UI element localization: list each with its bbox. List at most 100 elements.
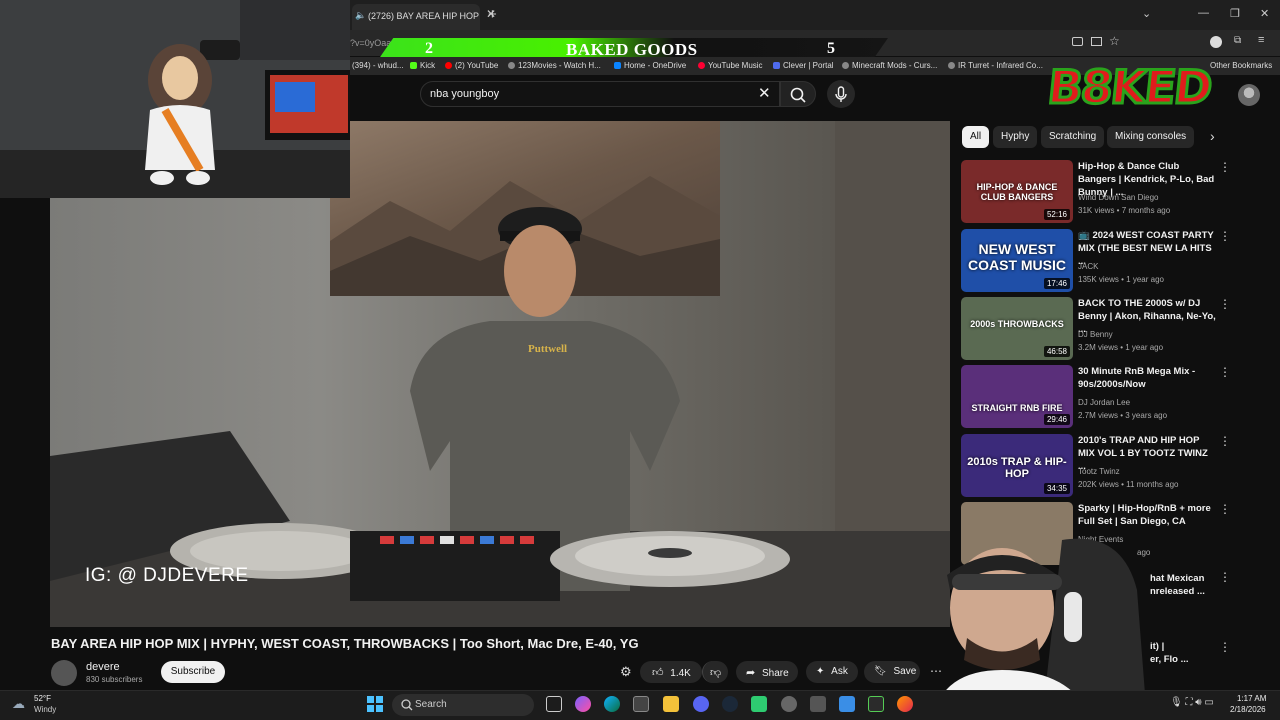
new-tab-icon[interactable]: + (488, 6, 497, 23)
copilot-icon[interactable] (575, 696, 591, 712)
star-icon[interactable]: ☆ (1109, 34, 1120, 48)
extension-icon[interactable] (1091, 37, 1102, 46)
bookmark-item[interactable]: Other Bookmarks (1210, 61, 1272, 70)
more-vert-icon[interactable]: ⋮ (1219, 229, 1231, 243)
chevron-right-icon[interactable]: › (1210, 128, 1215, 144)
recommendation-item[interactable]: NEW WEST COAST MUSIC 17:46 📺 2024 WEST C… (961, 229, 1231, 293)
channel-name[interactable]: devere (86, 661, 120, 673)
share-button[interactable]: ➦ Share (736, 661, 798, 683)
rec-channel[interactable]: Wind Down San Diego (1078, 193, 1158, 202)
video-thumbnail[interactable]: 2000s THROWBACKS 46:58 (961, 297, 1073, 360)
steam-icon[interactable] (722, 696, 738, 712)
recommendation-item[interactable]: 2010s TRAP & HIP-HOP 34:35 2010's TRAP A… (961, 434, 1231, 498)
bookmark-item[interactable]: Minecraft Mods - Curs... (842, 61, 937, 70)
microphone-icon (835, 86, 847, 102)
speaker-icon: 🔈 (355, 10, 367, 20)
video-thumbnail[interactable]: 2010s TRAP & HIP-HOP 34:35 (961, 434, 1073, 497)
rec-meta: 2.7M views • 3 years ago (1078, 411, 1168, 420)
menu-icon[interactable]: ≡ (1258, 34, 1264, 46)
save-button[interactable]: 🔖︎ Save (864, 661, 920, 683)
recommendation-item[interactable]: 2000s THROWBACKS 46:58 BACK TO THE 2000S… (961, 297, 1231, 361)
rec-channel[interactable]: DJ Benny (1078, 330, 1113, 339)
partial-rec-title[interactable]: hat Mexican nreleased ... (1150, 572, 1205, 598)
screenshot-icon[interactable] (1072, 37, 1083, 46)
task-view-icon[interactable] (546, 696, 562, 712)
windows-start-icon[interactable] (367, 696, 383, 712)
more-vert-icon[interactable]: ⋮ (1219, 297, 1231, 311)
clock-time[interactable]: 1:17 AM (1237, 694, 1266, 703)
partial-rec-title[interactable]: it) | er, Flo ... (1150, 640, 1189, 666)
taskbar-search-input[interactable] (392, 694, 534, 716)
puzzle-icon[interactable]: ⧉ (1234, 35, 1241, 46)
bookmark-item[interactable]: YouTube Music (698, 61, 763, 70)
bookmark-item[interactable]: (2) YouTube (445, 61, 498, 70)
video-thumbnail[interactable]: STRAIGHT RNB FIRE 29:46 (961, 365, 1073, 428)
rec-channel[interactable]: JACK (1078, 262, 1098, 271)
search-icon (401, 699, 413, 711)
more-vert-icon[interactable]: ⋮ (1219, 434, 1231, 448)
rec-title[interactable]: 📺 2024 WEST COAST PARTY MIX (THE BEST NE… (1078, 229, 1216, 268)
subscriber-count: 830 subscribers (86, 675, 143, 684)
webcam-overlay-room (0, 0, 350, 198)
clear-search-icon[interactable]: ✕ (758, 84, 771, 102)
like-button[interactable]: 👍︎ 1.4K (640, 661, 702, 683)
calculator-icon[interactable] (810, 696, 826, 712)
more-vert-icon[interactable]: ⋮ (1219, 640, 1231, 654)
store-icon[interactable] (633, 696, 649, 712)
edge-icon[interactable] (604, 696, 620, 712)
bookmark-item[interactable]: (394) - whud... (352, 61, 404, 70)
browser-tab[interactable]: 🔈 (2726) BAY AREA HIP HOP MIX (352, 4, 480, 30)
bookmark-item[interactable]: Home - OneDrive (614, 61, 686, 70)
minimize-icon[interactable]: — (1198, 7, 1209, 19)
rec-title[interactable]: 30 Minute RnB Mega Mix - 90s/2000s/Now (1078, 365, 1216, 391)
weather-description: Windy (34, 705, 57, 714)
more-vert-icon[interactable]: ⋮ (1219, 160, 1231, 174)
bookmark-item[interactable]: 123Movies - Watch H... (508, 61, 601, 70)
chip-scratching[interactable]: Scratching (1041, 126, 1105, 148)
like-count: 1.4K (670, 668, 691, 679)
close-window-icon[interactable]: ✕ (1260, 7, 1269, 20)
bookmark-item[interactable]: Kick (410, 61, 435, 70)
chip-all[interactable]: All (962, 126, 990, 148)
firefox-icon[interactable] (897, 696, 913, 712)
rec-title[interactable]: Sparky | Hip-Hop/RnB + more Full Set | S… (1078, 502, 1216, 528)
url-text: ?v=0yOaa (350, 38, 392, 48)
bookmark-item[interactable]: Clever | Portal (773, 61, 834, 70)
chip-mixing-consoles[interactable]: Mixing consoles (1107, 126, 1195, 148)
weather-icon[interactable]: ☁ (12, 696, 25, 712)
rec-channel[interactable]: DJ Jordan Lee (1078, 398, 1130, 407)
dislike-button[interactable]: 👎︎ (702, 661, 728, 683)
taskbar-search-placeholder: Search (415, 699, 447, 710)
weather-temperature[interactable]: 52°F (34, 694, 51, 703)
ask-button[interactable]: ✦ Ask (806, 661, 858, 683)
search-query: nba youngboy (430, 88, 500, 100)
onedrive-icon (614, 62, 621, 69)
baked-logo: B8KED (1044, 59, 1215, 116)
folder-icon[interactable] (663, 696, 679, 712)
chevron-down-icon[interactable]: ⌄ (1142, 7, 1151, 20)
video-thumbnail[interactable]: NEW WEST COAST MUSIC 17:46 (961, 229, 1073, 292)
subscribe-button[interactable]: Subscribe (161, 661, 225, 683)
settings-icon[interactable] (781, 696, 797, 712)
account-avatar[interactable] (1238, 84, 1260, 106)
gear-icon: ⚙ (620, 664, 632, 679)
terminal-icon[interactable] (868, 696, 884, 712)
app-icon[interactable] (751, 696, 767, 712)
recommendation-item[interactable]: HIP-HOP & DANCE CLUB BANGERS 52:16 Hip-H… (961, 160, 1231, 224)
search-button[interactable] (780, 81, 816, 107)
recommendation-item[interactable]: STRAIGHT RNB FIRE 29:46 30 Minute RnB Me… (961, 365, 1231, 429)
chip-hyphy[interactable]: Hyphy (993, 126, 1038, 148)
discord-icon[interactable] (693, 696, 709, 712)
channel-avatar[interactable] (51, 660, 77, 686)
more-vert-icon[interactable]: ⋮ (1219, 570, 1231, 584)
rec-channel[interactable]: Tootz Twinz (1078, 467, 1120, 476)
video-thumbnail[interactable]: HIP-HOP & DANCE CLUB BANGERS 52:16 (961, 160, 1073, 223)
photos-icon[interactable] (839, 696, 855, 712)
more-vert-icon[interactable]: ⋮ (1219, 502, 1231, 516)
voice-search-button[interactable] (827, 80, 855, 108)
bookmark-item[interactable]: IR Turret - Infrared Co... (948, 61, 1043, 70)
profile-icon[interactable] (1210, 36, 1222, 48)
tray-icons[interactable]: 🎙︎ ⛶ 🔊︎ ▭ (1170, 697, 1214, 708)
more-vert-icon[interactable]: ⋮ (1219, 365, 1231, 379)
restore-icon[interactable]: ❐ (1230, 7, 1240, 20)
